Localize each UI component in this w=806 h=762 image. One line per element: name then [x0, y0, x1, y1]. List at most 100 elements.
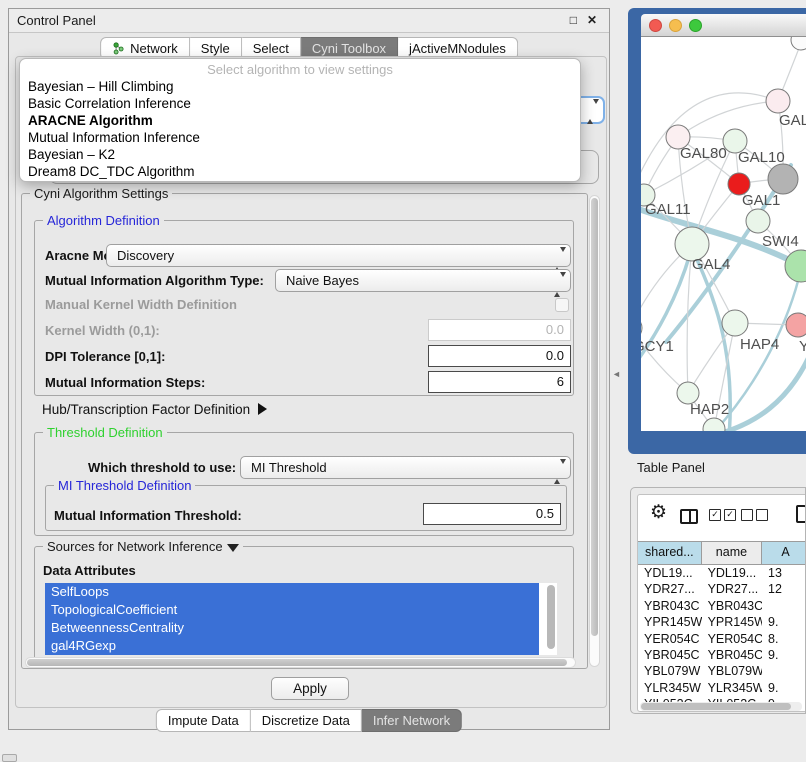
algorithm-option[interactable]: Dream8 DC_TDC Algorithm [20, 163, 580, 180]
group-title: Cyni Algorithm Settings [30, 186, 172, 201]
network-node[interactable] [785, 250, 806, 282]
settings-vertical-scrollbar[interactable] [589, 195, 600, 667]
corner-widget[interactable] [2, 754, 17, 762]
network-node[interactable] [722, 310, 748, 336]
dpi-tolerance-label: DPI Tolerance [0,1]: [45, 345, 165, 368]
tab-discretize-data[interactable]: Discretize Data [251, 709, 362, 732]
cyni-algorithm-settings-group: Cyni Algorithm Settings Algorithm Defini… [21, 193, 588, 669]
table-cell: YBL079W [702, 663, 762, 679]
algorithm-option[interactable]: ARACNE Algorithm [20, 112, 580, 129]
zoom-traffic-light[interactable] [689, 19, 702, 32]
attributes-scrollbar[interactable] [545, 583, 557, 655]
table-cell: 8. [762, 631, 806, 647]
algorithm-dropdown-popup: Select algorithm to view settings Bayesi… [19, 58, 581, 182]
table-column-header[interactable]: A [762, 542, 806, 564]
attribute-item-selected[interactable]: TopologicalCoefficient [45, 601, 539, 619]
close-icon[interactable]: ✕ [587, 13, 597, 27]
network-node[interactable] [766, 89, 790, 113]
which-threshold-select[interactable]: MI Threshold [240, 456, 571, 479]
mi-threshold-field[interactable]: 0.5 [423, 503, 561, 525]
settings-horizontal-scrollbar[interactable] [25, 657, 576, 668]
table-cell: YDR27... [638, 581, 702, 597]
table-row[interactable]: YLR345WYLR345W9. [638, 680, 806, 696]
table-cell: YBR045C [702, 647, 762, 663]
table-column-header[interactable]: shared... [638, 542, 702, 564]
columns-icon[interactable] [680, 509, 698, 524]
attribute-item-selected[interactable]: gal4RGexp [45, 637, 539, 655]
document-icon[interactable] [796, 505, 806, 523]
algorithm-option[interactable]: Basic Correlation Inference [20, 95, 580, 112]
table-cell: YLR345W [638, 680, 702, 696]
network-node[interactable] [786, 313, 806, 337]
hub-definition-label: Hub/Transcription Factor Definition [42, 402, 250, 417]
sources-title[interactable]: Sources for Network Inference [43, 539, 243, 554]
panel-resize-grip[interactable]: ◄ [612, 369, 621, 379]
table-cell: 13 [762, 565, 806, 581]
float-window-icon[interactable]: □ [570, 13, 577, 27]
algorithm-option[interactable]: Bayesian – Hill Climbing [20, 78, 580, 95]
manual-kernel-label: Manual Kernel Width Definition [45, 293, 237, 316]
network-icon [112, 42, 125, 55]
tab-infer-network[interactable]: Infer Network [362, 709, 462, 732]
screen: Control Panel □ ✕ Network Styl [0, 0, 806, 762]
network-node[interactable] [768, 164, 798, 194]
dpi-tolerance-field[interactable]: 0.0 [428, 345, 571, 367]
clear-all-checks-icon[interactable] [741, 509, 768, 521]
network-node[interactable] [641, 316, 642, 340]
table-cell: 9. [762, 647, 806, 663]
table-row[interactable]: YBL079WYBL079W [638, 663, 806, 679]
node-label: GAL11 [645, 201, 691, 218]
which-threshold-value: MI Threshold [251, 460, 327, 475]
table-row[interactable]: YPR145WYPR145W9. [638, 614, 806, 630]
table-horizontal-scrollbar[interactable] [640, 702, 802, 711]
table-cell: 12 [762, 581, 806, 597]
apply-button[interactable]: Apply [271, 677, 349, 700]
table-cell: YDL19... [638, 565, 702, 581]
network-node[interactable] [703, 418, 725, 431]
table-cell: 9. [762, 680, 806, 696]
algorithm-placeholder: Select algorithm to view settings [20, 61, 580, 78]
tab-impute-data[interactable]: Impute Data [156, 709, 251, 732]
data-attributes-list: SelfLoopsTopologicalCoefficientBetweenne… [45, 583, 557, 655]
network-view-window: GALGAL80GAL10GAL1GAL11SWI4GAL4GCY1HAP4YH… [628, 8, 806, 454]
attribute-item-selected[interactable]: SelfLoops [45, 583, 539, 601]
manual-kernel-checkbox[interactable] [555, 298, 569, 312]
algorithm-definition-group: Algorithm Definition Aracne Mode: Discov… [34, 220, 574, 396]
table-row[interactable]: YBR043CYBR043C [638, 598, 806, 614]
mi-steps-field[interactable]: 6 [428, 371, 571, 393]
kernel-width-field[interactable]: 0.0 [428, 319, 571, 341]
table-row[interactable]: YDR27...YDR27...12 [638, 581, 806, 597]
network-node[interactable] [791, 37, 806, 50]
network-svg: GALGAL80GAL10GAL1GAL11SWI4GAL4GCY1HAP4YH… [641, 37, 806, 431]
network-node[interactable] [746, 209, 770, 233]
mi-steps-label: Mutual Information Steps: [45, 371, 205, 394]
table-cell: YBL079W [638, 663, 702, 679]
hub-definition-toggle[interactable]: Hub/Transcription Factor Definition [42, 400, 267, 420]
network-window-titlebar[interactable] [641, 14, 806, 37]
table-row[interactable]: YBR045CYBR045C9. [638, 647, 806, 663]
tab-label: Style [201, 41, 230, 56]
close-traffic-light[interactable] [649, 19, 662, 32]
attribute-item-selected[interactable]: BetweennessCentrality [45, 619, 539, 637]
tab-label: Infer Network [373, 713, 450, 728]
control-panel-titlebar[interactable]: Control Panel □ ✕ [9, 9, 609, 33]
mi-type-select[interactable]: Naive Bayes [275, 269, 571, 292]
which-threshold-label: Which threshold to use: [88, 456, 236, 479]
table-cell: YBR045C [638, 647, 702, 663]
algorithm-option[interactable]: Bayesian – K2 [20, 146, 580, 163]
node-label: HAP4 [740, 336, 779, 353]
minimize-traffic-light[interactable] [669, 19, 682, 32]
table-column-header[interactable]: name [702, 542, 763, 564]
table-body: YDL19...YDL19...13YDR27...YDR27...12YBR0… [638, 565, 806, 712]
node-label: SWI4 [762, 233, 799, 250]
algorithm-definition-title: Algorithm Definition [43, 213, 164, 228]
network-canvas[interactable]: GALGAL80GAL10GAL1GAL11SWI4GAL4GCY1HAP4YH… [641, 37, 806, 431]
table-row[interactable]: YDL19...YDL19...13 [638, 565, 806, 581]
table-row[interactable]: YER054CYER054C8. [638, 631, 806, 647]
aracne-mode-select[interactable]: Discovery [106, 244, 571, 267]
bottom-tabs: Impute Data Discretize Data Infer Networ… [156, 709, 462, 732]
mi-threshold-label: Mutual Information Threshold: [54, 504, 242, 527]
select-all-checks-icon[interactable]: ✓✓ [709, 509, 736, 521]
algorithm-option[interactable]: Mutual Information Inference [20, 129, 580, 146]
gear-icon[interactable]: ⚙ [650, 501, 667, 524]
